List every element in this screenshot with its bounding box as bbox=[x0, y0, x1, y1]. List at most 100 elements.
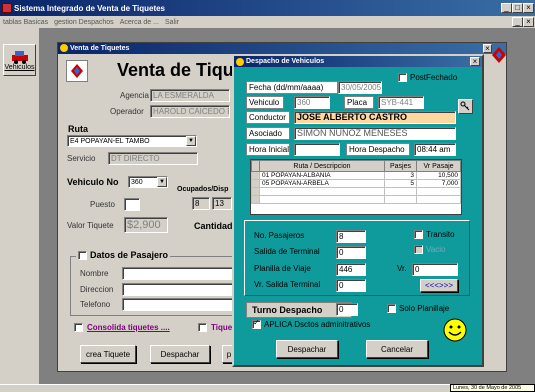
telefono-field[interactable] bbox=[122, 298, 236, 311]
consolida-option[interactable]: Consolida tiquetes .... bbox=[74, 323, 170, 332]
valor-tiquete-field: $2,900 bbox=[124, 217, 168, 233]
datos-pasajero-checkbox[interactable] bbox=[78, 250, 87, 260]
car-icon bbox=[11, 50, 28, 64]
app-close-button[interactable]: × bbox=[523, 3, 534, 13]
cancelar-button[interactable]: Cancelar bbox=[366, 340, 428, 358]
chevron-down-icon[interactable]: ▼ bbox=[157, 177, 167, 187]
cantidad-label: Cantidad bbox=[194, 221, 233, 231]
venta-title-bar: Venta de Tiquetes bbox=[58, 43, 506, 54]
ruta-select-value: E4 POPAYAN-EL TAMBO bbox=[70, 137, 150, 145]
aplica-label: APLICA Dsctos adminitrativos bbox=[264, 320, 371, 329]
despachar-button[interactable]: Despachar bbox=[276, 340, 338, 358]
placa-field[interactable]: SYB-441 bbox=[378, 96, 424, 109]
vehiculo-select[interactable]: 360 ▼ bbox=[128, 176, 168, 188]
datos-pasajero-legend: Datos de Pasajero bbox=[76, 250, 171, 260]
asociado-field[interactable]: SIMON NUÑOZ MENESES bbox=[294, 127, 456, 140]
hora-despacho-field[interactable]: 08:44 am bbox=[414, 143, 456, 156]
app-title-bar: Sistema Integrado de Venta de Tiquetes bbox=[0, 0, 535, 16]
aplica-option[interactable]: ✓ APLICA Dsctos adminitrativos bbox=[252, 318, 371, 329]
turno-label: Turno Despacho bbox=[252, 305, 323, 315]
nombre-field[interactable] bbox=[122, 267, 236, 280]
ruta-label: Ruta bbox=[68, 124, 88, 134]
agencia-label: Agencia bbox=[120, 91, 149, 100]
no-pasajeros-field[interactable]: 8 bbox=[336, 230, 366, 243]
table-row[interactable]: 05 POPAYAN-ARBELA 5 7,000 bbox=[251, 179, 461, 188]
servicio-label: Servicio bbox=[67, 154, 96, 163]
conductor-field[interactable]: JOSE ALBERTO CASTRO bbox=[294, 111, 456, 124]
fecha-field[interactable]: 30/05/2005 bbox=[338, 81, 382, 94]
menu-acerca-de[interactable]: Acerca de ... bbox=[120, 19, 159, 26]
menu-bar: tablas Basicas gestion Despachos Acerca … bbox=[0, 16, 535, 28]
despacho-window-title: Despacho de Vehiculos bbox=[246, 58, 325, 65]
table-row[interactable]: 01 POPAYAN-ALBANIA 3 10,500 bbox=[251, 171, 461, 180]
nombre-label: Nombre bbox=[80, 269, 109, 278]
mdi-close-button[interactable]: × bbox=[523, 17, 534, 27]
solo-planillaje-checkbox[interactable] bbox=[387, 304, 396, 313]
grid-header-pasajes[interactable]: Pasjes bbox=[384, 160, 417, 172]
postfechado-option[interactable]: PostFechado bbox=[398, 73, 457, 82]
crea-tiquete-button[interactable]: crea Tiquete bbox=[80, 345, 136, 363]
nav-button[interactable]: <<<>>> bbox=[420, 279, 458, 292]
chevron-down-icon[interactable]: ▼ bbox=[186, 136, 196, 146]
postfechado-checkbox[interactable] bbox=[398, 73, 407, 82]
vehiculo-label: Vehiculo bbox=[246, 96, 284, 109]
vehiculo-field[interactable]: 360 bbox=[294, 96, 330, 109]
app-maximize-button[interactable]: □ bbox=[512, 3, 523, 13]
salida-terminal-field[interactable]: 0 bbox=[336, 246, 366, 259]
mdi-minimize-button[interactable]: _ bbox=[512, 17, 523, 27]
rutas-grid[interactable]: Ruta / Descripcion Pasjes Vr Pasaje 01 P… bbox=[250, 159, 462, 215]
smiley-icon bbox=[443, 318, 467, 342]
app-minimize-button[interactable]: _ bbox=[501, 3, 512, 13]
menu-tablas-basicas[interactable]: tablas Basicas bbox=[3, 19, 48, 26]
transito-option[interactable]: Transito bbox=[414, 230, 455, 239]
consolida-checkbox[interactable] bbox=[74, 323, 83, 332]
grid-cell: 7,000 bbox=[416, 179, 461, 188]
datos-pasajero-label: Datos de Pasajero bbox=[90, 250, 169, 260]
table-row[interactable] bbox=[251, 187, 461, 196]
tiquete-label: Tique bbox=[211, 323, 233, 332]
vr-label: Vr. bbox=[397, 264, 407, 273]
despacho-title-bar: Despacho de Vehiculos bbox=[234, 56, 482, 67]
solo-planillaje-option[interactable]: Solo Planillaje bbox=[387, 304, 449, 313]
menu-salir[interactable]: Salir bbox=[165, 19, 179, 26]
turno-field[interactable]: 0 bbox=[336, 303, 358, 316]
conductor-label: Conductor bbox=[246, 111, 290, 124]
vehiculos-button[interactable]: Vehiculos bbox=[3, 44, 36, 76]
menu-gestion-despachos[interactable]: gestion Despachos bbox=[54, 19, 114, 26]
grid-header-ruta[interactable]: Ruta / Descripcion bbox=[259, 160, 385, 172]
left-toolbar bbox=[0, 28, 40, 392]
puesto-field[interactable] bbox=[124, 198, 140, 211]
vacio-checkbox[interactable] bbox=[414, 245, 423, 254]
vr-field[interactable]: 0 bbox=[412, 263, 458, 276]
venta-heading: Venta de Tiquet bbox=[117, 60, 250, 80]
grid-cell: 01 POPAYAN-ALBANIA bbox=[259, 171, 385, 180]
venta-despachar-button[interactable]: Despachar bbox=[150, 345, 210, 363]
ruta-select[interactable]: E4 POPAYAN-EL TAMBO ▼ bbox=[67, 135, 197, 147]
hora-inicial-field[interactable] bbox=[294, 143, 340, 156]
table-row[interactable] bbox=[251, 195, 461, 204]
despacho-window-icon bbox=[236, 58, 244, 66]
vacio-option[interactable]: Vacio bbox=[414, 245, 445, 254]
planilla-field[interactable]: 446 bbox=[336, 263, 366, 276]
direccion-field[interactable] bbox=[122, 283, 236, 296]
grid-cell: 10,500 bbox=[416, 171, 461, 180]
venta-window-icon bbox=[60, 44, 68, 52]
aplica-checkbox[interactable]: ✓ bbox=[252, 318, 261, 329]
vr-salida-field[interactable]: 0 bbox=[336, 279, 366, 292]
ticket-logo-icon bbox=[66, 60, 88, 82]
transito-checkbox[interactable] bbox=[414, 230, 423, 239]
disponibles-field: 13 bbox=[212, 197, 232, 210]
transito-label: Transito bbox=[426, 230, 455, 239]
key-icon bbox=[460, 101, 470, 111]
vehiculos-label: Vehiculos bbox=[4, 63, 35, 71]
grid-header-vr-pasaje[interactable]: Vr Pasaje bbox=[416, 160, 461, 172]
operador-label: Operador bbox=[110, 107, 144, 116]
despacho-close-button[interactable]: × bbox=[470, 57, 480, 66]
grid-cell: 05 POPAYAN-ARBELA bbox=[259, 179, 385, 188]
valor-tiquete-label: Valor Tiquete bbox=[67, 221, 114, 230]
vehiculo-select-value: 360 bbox=[131, 178, 143, 186]
tiquete-checkbox[interactable] bbox=[198, 323, 207, 332]
tiquete-option[interactable]: Tique bbox=[198, 323, 232, 332]
operador-field: HAROLD CAICEDO R bbox=[150, 105, 230, 118]
key-button[interactable] bbox=[458, 99, 473, 114]
